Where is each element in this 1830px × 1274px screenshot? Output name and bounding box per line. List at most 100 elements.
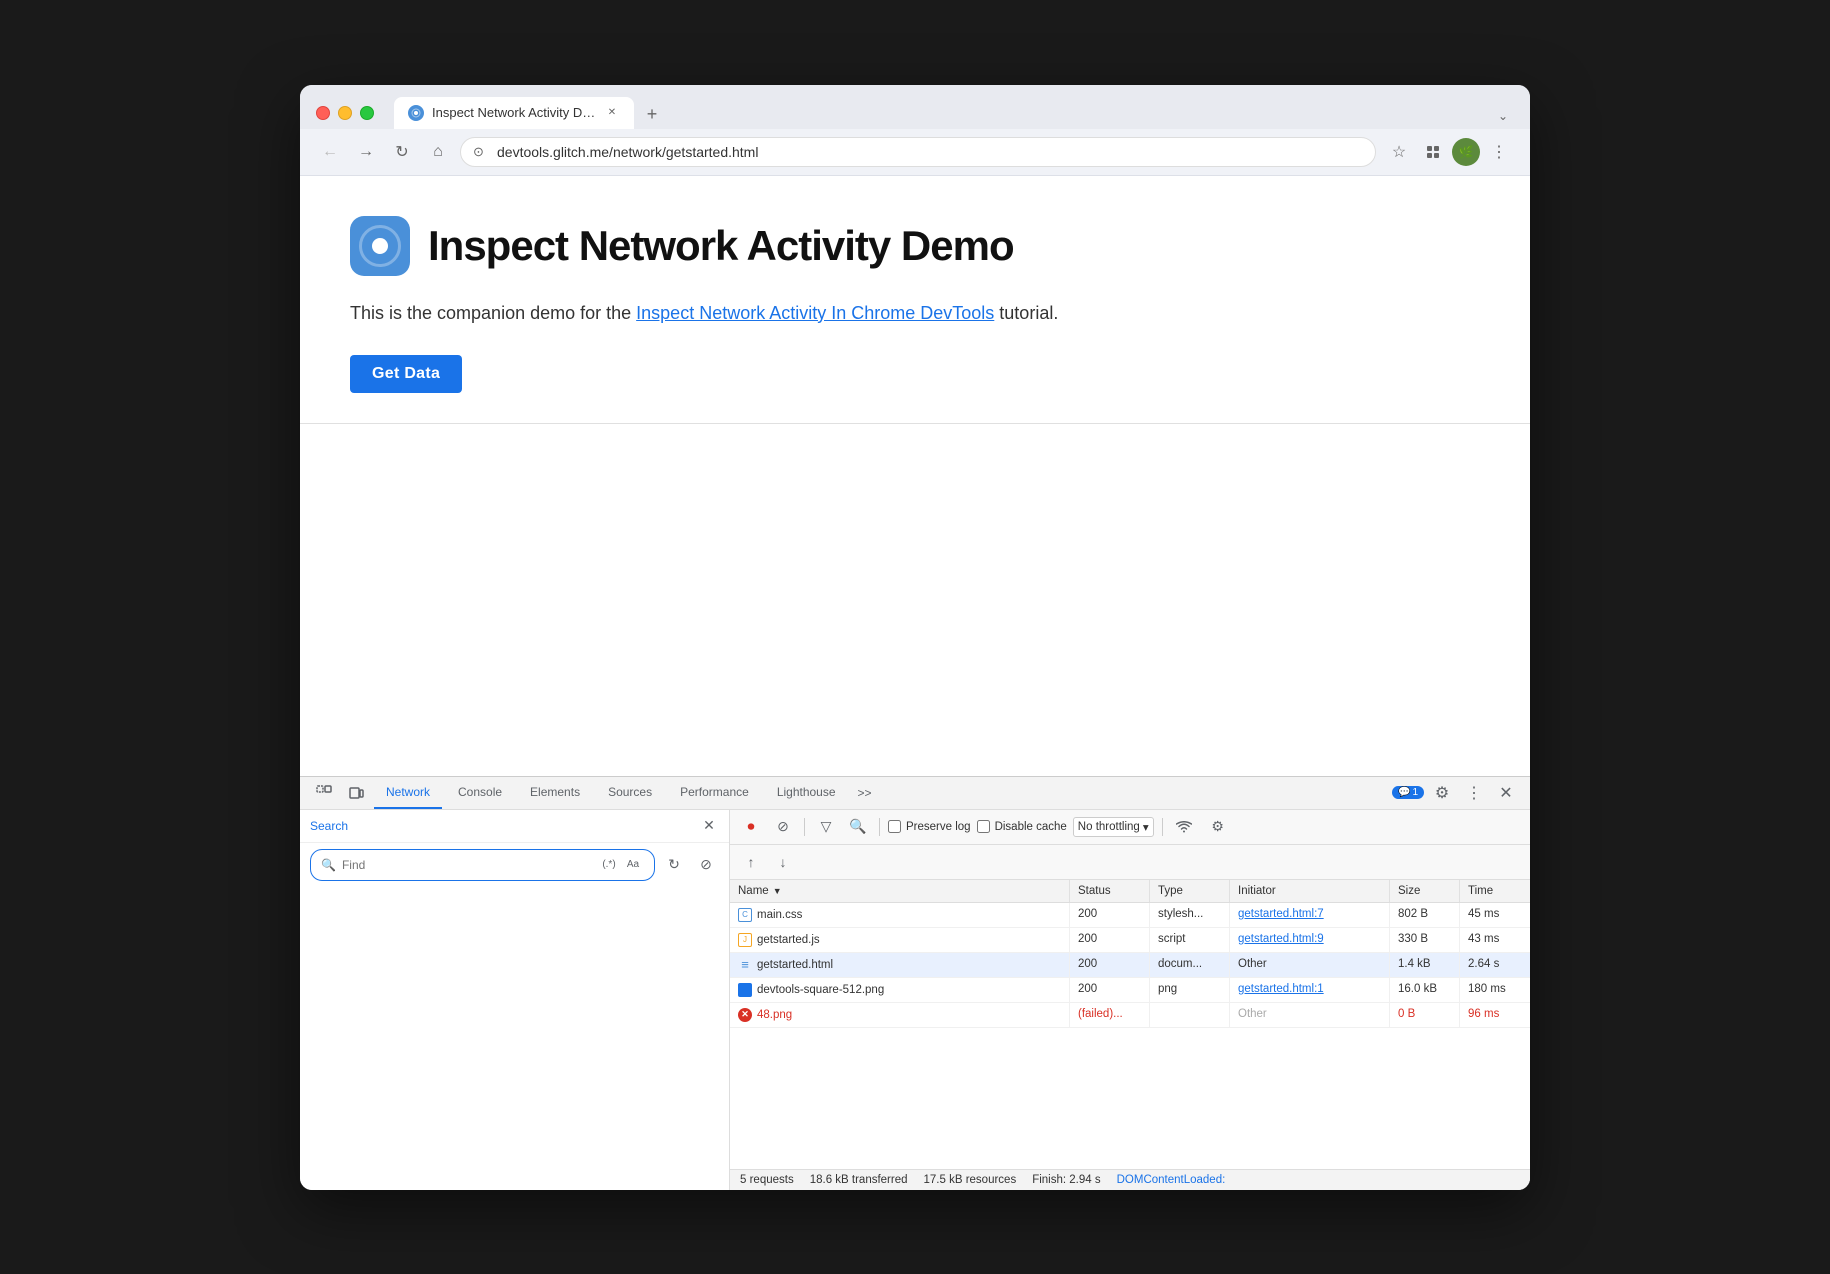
- col-size[interactable]: Size: [1390, 880, 1460, 902]
- initiator-link[interactable]: getstarted.html:9: [1238, 933, 1324, 945]
- col-name-label: Name: [738, 885, 769, 897]
- tab-network[interactable]: Network: [374, 777, 442, 809]
- extension-button[interactable]: [1418, 137, 1448, 167]
- table-row[interactable]: J getstarted.js 200 script getstarted.ht…: [730, 928, 1530, 953]
- cell-initiator: getstarted.html:1: [1230, 978, 1390, 1002]
- network-status-bar: 5 requests 18.6 kB transferred 17.5 kB r…: [730, 1169, 1530, 1190]
- throttle-arrow-icon: ▾: [1143, 820, 1149, 834]
- logo-inner: [359, 225, 401, 267]
- tab-sources[interactable]: Sources: [596, 777, 664, 809]
- console-badge[interactable]: 💬 1: [1392, 786, 1424, 799]
- filter-button[interactable]: ▽: [813, 814, 839, 840]
- cell-name: J getstarted.js: [730, 928, 1070, 952]
- table-header: Name ▼ Status Type Initiator: [730, 880, 1530, 903]
- preserve-log-checkbox[interactable]: Preserve log: [888, 820, 971, 833]
- dom-content-loaded[interactable]: DOMContentLoaded:: [1117, 1174, 1226, 1186]
- cell-type: png: [1150, 978, 1230, 1002]
- table-row[interactable]: ≡ getstarted.html 200 docum... Other 1.4…: [730, 953, 1530, 978]
- find-input[interactable]: [342, 858, 592, 872]
- sort-icon: ▼: [773, 886, 782, 896]
- disable-cache-label: Disable cache: [995, 821, 1067, 833]
- preserve-log-input[interactable]: [888, 820, 901, 833]
- col-time-label: Time: [1468, 885, 1493, 897]
- page-title: Inspect Network Activity Demo: [428, 222, 1014, 270]
- cell-type: script: [1150, 928, 1230, 952]
- description-link[interactable]: Inspect Network Activity In Chrome DevTo…: [636, 303, 994, 323]
- inspect-element-button[interactable]: [310, 777, 338, 809]
- disable-cache-input[interactable]: [977, 820, 990, 833]
- get-data-button[interactable]: Get Data: [350, 355, 462, 393]
- col-name[interactable]: Name ▼: [730, 880, 1070, 902]
- throttle-selector[interactable]: No throttling ▾: [1073, 817, 1154, 837]
- table-row[interactable]: devtools-square-512.png 200 png getstart…: [730, 978, 1530, 1003]
- cell-status: 200: [1070, 903, 1150, 927]
- reload-button[interactable]: ↻: [388, 138, 416, 166]
- maximize-button[interactable]: [360, 106, 374, 120]
- find-input-wrap: 🔍 (.*) Aa: [310, 849, 655, 881]
- main-content: Inspect Network Activity Demo This is th…: [300, 176, 1530, 776]
- close-button[interactable]: [316, 106, 330, 120]
- new-tab-button[interactable]: +: [638, 101, 666, 129]
- network-controls: ⏺ ⊘ ▽ 🔍 Preserve log Disable cache: [730, 810, 1530, 845]
- forward-button[interactable]: →: [352, 138, 380, 166]
- col-time[interactable]: Time: [1460, 880, 1530, 902]
- bookmark-button[interactable]: ☆: [1384, 137, 1414, 167]
- devtools-settings-button[interactable]: ⚙: [1428, 779, 1456, 807]
- cell-name: C main.css: [730, 903, 1070, 927]
- minimize-button[interactable]: [338, 106, 352, 120]
- case-sensitive-button[interactable]: Aa: [622, 854, 644, 876]
- cell-status: 200: [1070, 928, 1150, 952]
- tab-performance[interactable]: Performance: [668, 777, 761, 809]
- transferred-size: 18.6 kB transferred: [810, 1174, 908, 1186]
- devtools-panel: Network Console Elements Sources Perform…: [300, 776, 1530, 1190]
- col-initiator-label: Initiator: [1238, 885, 1276, 897]
- search-close-button[interactable]: ✕: [699, 816, 719, 836]
- back-button[interactable]: ←: [316, 138, 344, 166]
- throttle-label: No throttling: [1078, 821, 1140, 833]
- network-conditions-button[interactable]: [1171, 814, 1197, 840]
- requests-count: 5 requests: [740, 1174, 794, 1186]
- preserve-log-label: Preserve log: [906, 821, 971, 833]
- cell-status: (failed)...: [1070, 1003, 1150, 1027]
- devtools-menu-button[interactable]: ⋮: [1460, 779, 1488, 807]
- record-button[interactable]: ⏺: [738, 814, 764, 840]
- find-search-icon: 🔍: [321, 858, 336, 872]
- regex-button[interactable]: (.*): [598, 854, 620, 876]
- initiator-link[interactable]: getstarted.html:7: [1238, 908, 1324, 920]
- tab-lighthouse[interactable]: Lighthouse: [765, 777, 848, 809]
- export-har-button[interactable]: ↓: [770, 849, 796, 875]
- url-text: devtools.glitch.me/network/getstarted.ht…: [497, 144, 1361, 160]
- col-initiator[interactable]: Initiator: [1230, 880, 1390, 902]
- table-row[interactable]: C main.css 200 stylesh... getstarted.htm…: [730, 903, 1530, 928]
- find-refresh-button[interactable]: ↻: [661, 852, 687, 878]
- initiator-link[interactable]: getstarted.html:1: [1238, 983, 1324, 995]
- profile-button[interactable]: 🌿: [1452, 138, 1480, 166]
- chrome-menu-button[interactable]: ⋮: [1484, 137, 1514, 167]
- tab-close-button[interactable]: ✕: [604, 105, 620, 121]
- search-network-button[interactable]: 🔍: [845, 814, 871, 840]
- col-status[interactable]: Status: [1070, 880, 1150, 902]
- col-status-label: Status: [1078, 885, 1111, 897]
- url-bar[interactable]: ⊙ devtools.glitch.me/network/getstarted.…: [460, 137, 1376, 167]
- device-toolbar-button[interactable]: [342, 777, 370, 809]
- table-row[interactable]: ✕ 48.png (failed)... Other 0 B 96 ms: [730, 1003, 1530, 1028]
- import-har-button[interactable]: ↑: [738, 849, 764, 875]
- tab-console[interactable]: Console: [446, 777, 514, 809]
- page-logo: [350, 216, 410, 276]
- tab-chevron-icon[interactable]: ⌄: [1492, 103, 1514, 129]
- resources-size: 17.5 kB resources: [924, 1174, 1017, 1186]
- more-tabs-button[interactable]: >>: [852, 782, 878, 804]
- home-button[interactable]: ⌂: [424, 138, 452, 166]
- cell-initiator: getstarted.html:7: [1230, 903, 1390, 927]
- col-type[interactable]: Type: [1150, 880, 1230, 902]
- network-settings-button[interactable]: ⚙: [1205, 814, 1231, 840]
- devtools-close-button[interactable]: ✕: [1492, 779, 1520, 807]
- stop-recording-button[interactable]: ⊘: [770, 814, 796, 840]
- cell-name: devtools-square-512.png: [730, 978, 1070, 1002]
- js-file-icon: J: [738, 933, 752, 947]
- active-tab[interactable]: Inspect Network Activity Dem ✕: [394, 97, 634, 129]
- find-clear-button[interactable]: ⊘: [693, 852, 719, 878]
- disable-cache-checkbox[interactable]: Disable cache: [977, 820, 1067, 833]
- tab-elements[interactable]: Elements: [518, 777, 592, 809]
- url-icon: ⊙: [473, 144, 484, 160]
